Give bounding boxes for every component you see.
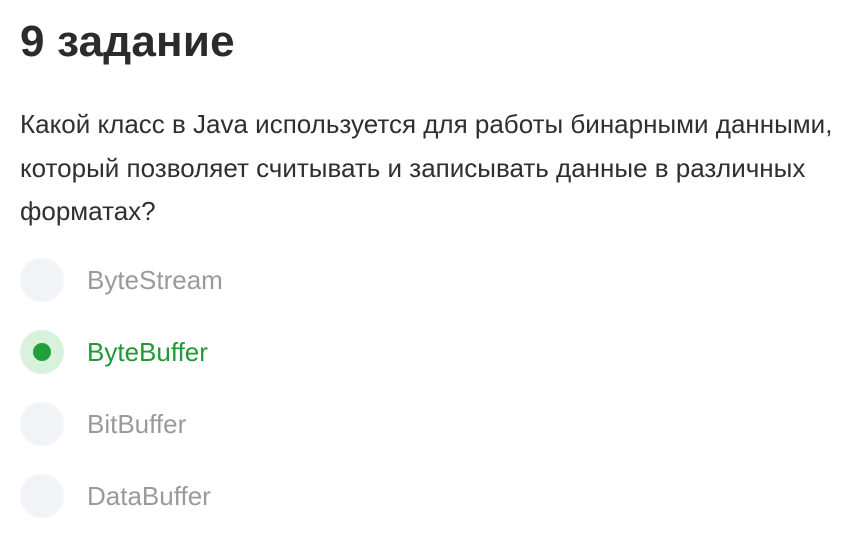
radio-button[interactable] bbox=[20, 258, 64, 302]
radio-button[interactable] bbox=[20, 402, 64, 446]
radio-button-selected[interactable] bbox=[20, 330, 64, 374]
radio-dot-icon bbox=[33, 343, 51, 361]
option-bytebuffer[interactable]: ByteBuffer bbox=[20, 330, 223, 374]
option-label: ByteBuffer bbox=[87, 337, 208, 367]
option-bytestream[interactable]: ByteStream bbox=[20, 258, 223, 302]
question-text: Какой класс в Java используется для рабо… bbox=[20, 109, 833, 226]
option-bitbuffer[interactable]: BitBuffer bbox=[20, 402, 223, 446]
option-label: ByteStream bbox=[87, 265, 223, 295]
option-label: DataBuffer bbox=[87, 481, 211, 511]
answer-options: ByteStream ByteBuffer BitBuffer DataBuff… bbox=[20, 258, 223, 546]
radio-button[interactable] bbox=[20, 474, 64, 518]
option-label: BitBuffer bbox=[87, 409, 187, 439]
option-databuffer[interactable]: DataBuffer bbox=[20, 474, 223, 518]
task-title: 9 задание bbox=[20, 17, 235, 66]
